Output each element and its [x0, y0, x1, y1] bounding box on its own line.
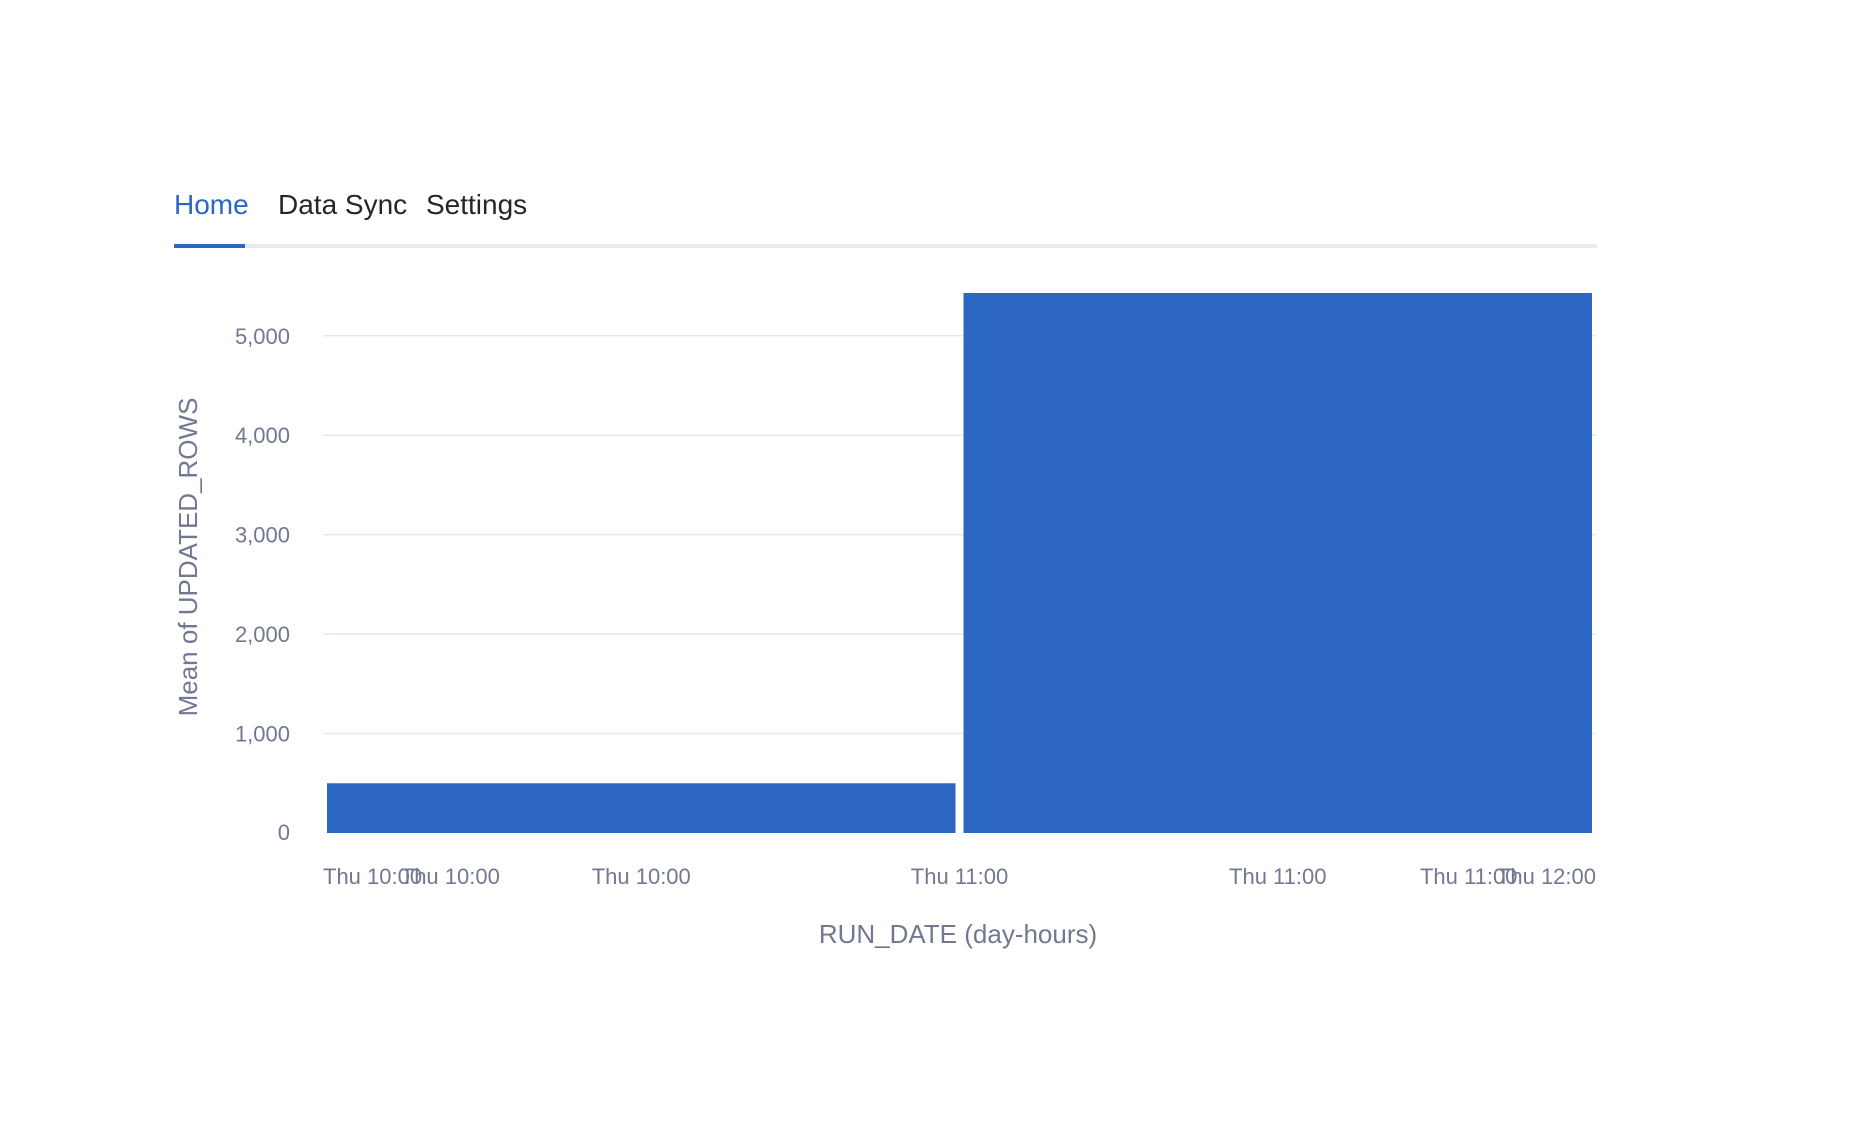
y-tick-label-2: 2,000: [235, 622, 290, 647]
x-tick-label-4: Thu 11:00: [1229, 864, 1326, 889]
x-tick-label-2: Thu 10:00: [592, 864, 691, 889]
x-axis-ticks: Thu 10:00Thu 10:00 Thu 10:00 Thu 11:00 Thu …: [323, 864, 1596, 889]
y-axis-ticks: 0 1,000 2,000 3,000 4,000 5,000: [235, 324, 290, 845]
y-axis-title: Mean of UPDATED_ROWS: [173, 398, 203, 717]
x-tick-label-6: Thu 12:00: [1497, 864, 1596, 889]
y-tick-label-3: 3,000: [235, 523, 290, 548]
chart-bars: [327, 293, 1592, 833]
bar-0[interactable]: [327, 783, 956, 833]
bar-chart: 0 1,000 2,000 3,000 4,000 5,000 Thu 10:00 Thu …: [173, 293, 1596, 949]
y-tick-label-0: 0: [278, 820, 290, 845]
y-tick-label-1: 1,000: [235, 722, 290, 747]
x-axis-title: RUN_DATE (day-hours): [819, 919, 1097, 949]
y-tick-label-5: 5,000: [235, 324, 290, 349]
x-tick-label-3: Thu 11:00: [911, 864, 1008, 889]
bar-1[interactable]: [963, 293, 1593, 833]
y-tick-label-4: 4,000: [235, 423, 290, 448]
x-tick-label-1: Thu 10:00: [401, 864, 500, 889]
